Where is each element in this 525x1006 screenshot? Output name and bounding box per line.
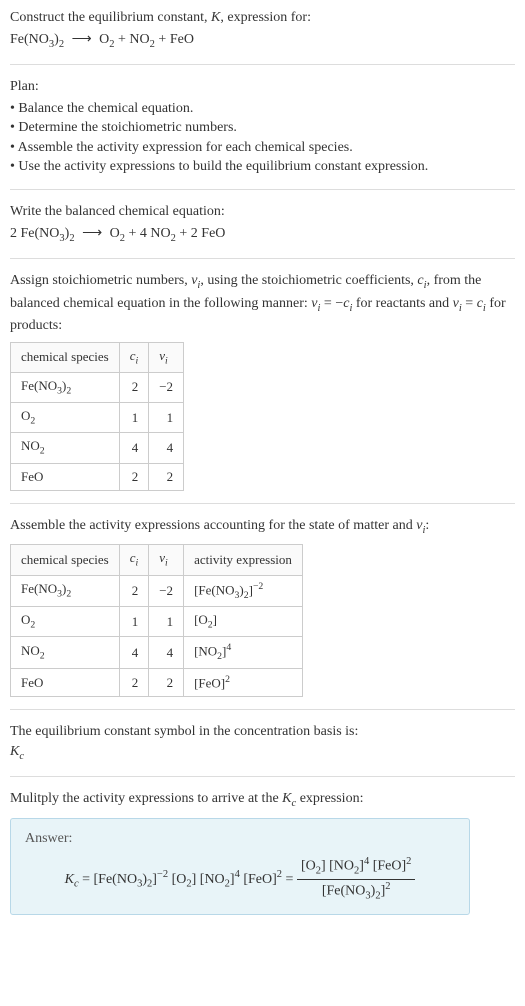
- cell-nui: 1: [149, 403, 184, 433]
- basis-symbol: Kc: [10, 742, 515, 764]
- plan-item: • Balance the chemical equation.: [10, 99, 515, 119]
- cell-ci: 2: [119, 463, 149, 490]
- cell-activity: [NO2]4: [184, 637, 303, 669]
- col-species: chemical species: [11, 342, 120, 372]
- cell-activity: [O2]: [184, 607, 303, 637]
- product-feo: FeO: [170, 32, 194, 47]
- cell-nui: 1: [149, 607, 184, 637]
- intro-section: Construct the equilibrium constant, K, e…: [10, 8, 515, 65]
- cell-species: FeO: [11, 668, 120, 697]
- table-row: Fe(NO3)2 2 −2 [Fe(NO3)2]−2: [11, 575, 303, 607]
- product-o2: O2: [99, 32, 114, 47]
- denominator: [Fe(NO3)2]2: [297, 880, 415, 904]
- cell-species: NO2: [11, 433, 120, 463]
- product: O2 + 4 NO2 + 2 FeO: [110, 226, 226, 241]
- cell-nui: 2: [149, 668, 184, 697]
- cell-ci: 1: [119, 403, 149, 433]
- col-ci: ci: [119, 342, 149, 372]
- table-row: NO2 4 4: [11, 433, 184, 463]
- table-row: O2 1 1: [11, 403, 184, 433]
- intro-text-post: , expression for:: [220, 10, 311, 25]
- cell-nui: 2: [149, 463, 184, 490]
- table-header-row: chemical species ci νi: [11, 342, 184, 372]
- col-nui: νi: [149, 342, 184, 372]
- balanced-equation: 2 Fe(NO3)2 ⟶ O2 + 4 NO2 + 2 FeO: [10, 224, 515, 246]
- multiply-section: Mulitply the activity expressions to arr…: [10, 789, 515, 926]
- table-row: NO2 4 4 [NO2]4: [11, 637, 303, 669]
- table-row: O2 1 1 [O2]: [11, 607, 303, 637]
- basis-text: The equilibrium constant symbol in the c…: [10, 722, 515, 742]
- answer-box: Answer: Kc = [Fe(NO3)2]−2 [O2] [NO2]4 [F…: [10, 818, 470, 915]
- intro-K: K: [211, 10, 220, 25]
- plus: +: [115, 32, 130, 47]
- cell-ci: 4: [119, 433, 149, 463]
- balanced-section: Write the balanced chemical equation: 2 …: [10, 202, 515, 259]
- intro-line1: Construct the equilibrium constant, K, e…: [10, 8, 515, 28]
- cell-ci: 2: [119, 575, 149, 607]
- arrow-icon: ⟶: [78, 226, 106, 241]
- stoich-table: chemical species ci νi Fe(NO3)2 2 −2 O2 …: [10, 342, 184, 491]
- activity-table: chemical species ci νi activity expressi…: [10, 544, 303, 697]
- multiply-text: Mulitply the activity expressions to arr…: [10, 789, 515, 811]
- fraction: [O2] [NO2]4 [FeO]2[Fe(NO3)2]2: [297, 855, 415, 904]
- activity-section: Assemble the activity expressions accoun…: [10, 516, 515, 711]
- product-no2: NO2: [129, 32, 154, 47]
- plan-item: • Assemble the activity expression for e…: [10, 138, 515, 158]
- col-species: chemical species: [11, 545, 120, 575]
- table-row: FeO 2 2 [FeO]2: [11, 668, 303, 697]
- cell-species: O2: [11, 607, 120, 637]
- arrow-icon: ⟶: [68, 32, 96, 47]
- numerator: [O2] [NO2]4 [FeO]2: [297, 855, 415, 880]
- table-row: FeO 2 2: [11, 463, 184, 490]
- col-ci: ci: [119, 545, 149, 575]
- answer-expression: Kc = [Fe(NO3)2]−2 [O2] [NO2]4 [FeO]2 = […: [25, 855, 455, 904]
- plan-section: Plan: • Balance the chemical equation. •…: [10, 77, 515, 190]
- cell-species: Fe(NO3)2: [11, 575, 120, 607]
- answer-label: Answer:: [25, 829, 455, 849]
- cell-nui: 4: [149, 433, 184, 463]
- table-row: Fe(NO3)2 2 −2: [11, 372, 184, 402]
- intro-text: Construct the equilibrium constant,: [10, 10, 211, 25]
- cell-ci: 4: [119, 637, 149, 669]
- stoich-intro: Assign stoichiometric numbers, νi, using…: [10, 271, 515, 336]
- balanced-title: Write the balanced chemical equation:: [10, 202, 515, 222]
- reactant: Fe(NO3)2: [10, 32, 64, 47]
- cell-species: Fe(NO3)2: [11, 372, 120, 402]
- cell-species: O2: [11, 403, 120, 433]
- cell-nui: −2: [149, 575, 184, 607]
- plus: +: [155, 32, 170, 47]
- cell-ci: 2: [119, 372, 149, 402]
- col-nui: νi: [149, 545, 184, 575]
- plan-item: • Determine the stoichiometric numbers.: [10, 118, 515, 138]
- table-header-row: chemical species ci νi activity expressi…: [11, 545, 303, 575]
- basis-section: The equilibrium constant symbol in the c…: [10, 722, 515, 777]
- cell-nui: −2: [149, 372, 184, 402]
- cell-nui: 4: [149, 637, 184, 669]
- cell-species: NO2: [11, 637, 120, 669]
- col-activity: activity expression: [184, 545, 303, 575]
- cell-ci: 1: [119, 607, 149, 637]
- cell-ci: 2: [119, 668, 149, 697]
- cell-activity: [Fe(NO3)2]−2: [184, 575, 303, 607]
- cell-activity: [FeO]2: [184, 668, 303, 697]
- cell-species: FeO: [11, 463, 120, 490]
- activity-intro: Assemble the activity expressions accoun…: [10, 516, 515, 538]
- plan-item: • Use the activity expressions to build …: [10, 157, 515, 177]
- plan-title: Plan:: [10, 77, 515, 97]
- reactant: 2 Fe(NO3)2: [10, 226, 75, 241]
- unbalanced-equation: Fe(NO3)2 ⟶ O2 + NO2 + FeO: [10, 30, 515, 52]
- stoich-section: Assign stoichiometric numbers, νi, using…: [10, 271, 515, 504]
